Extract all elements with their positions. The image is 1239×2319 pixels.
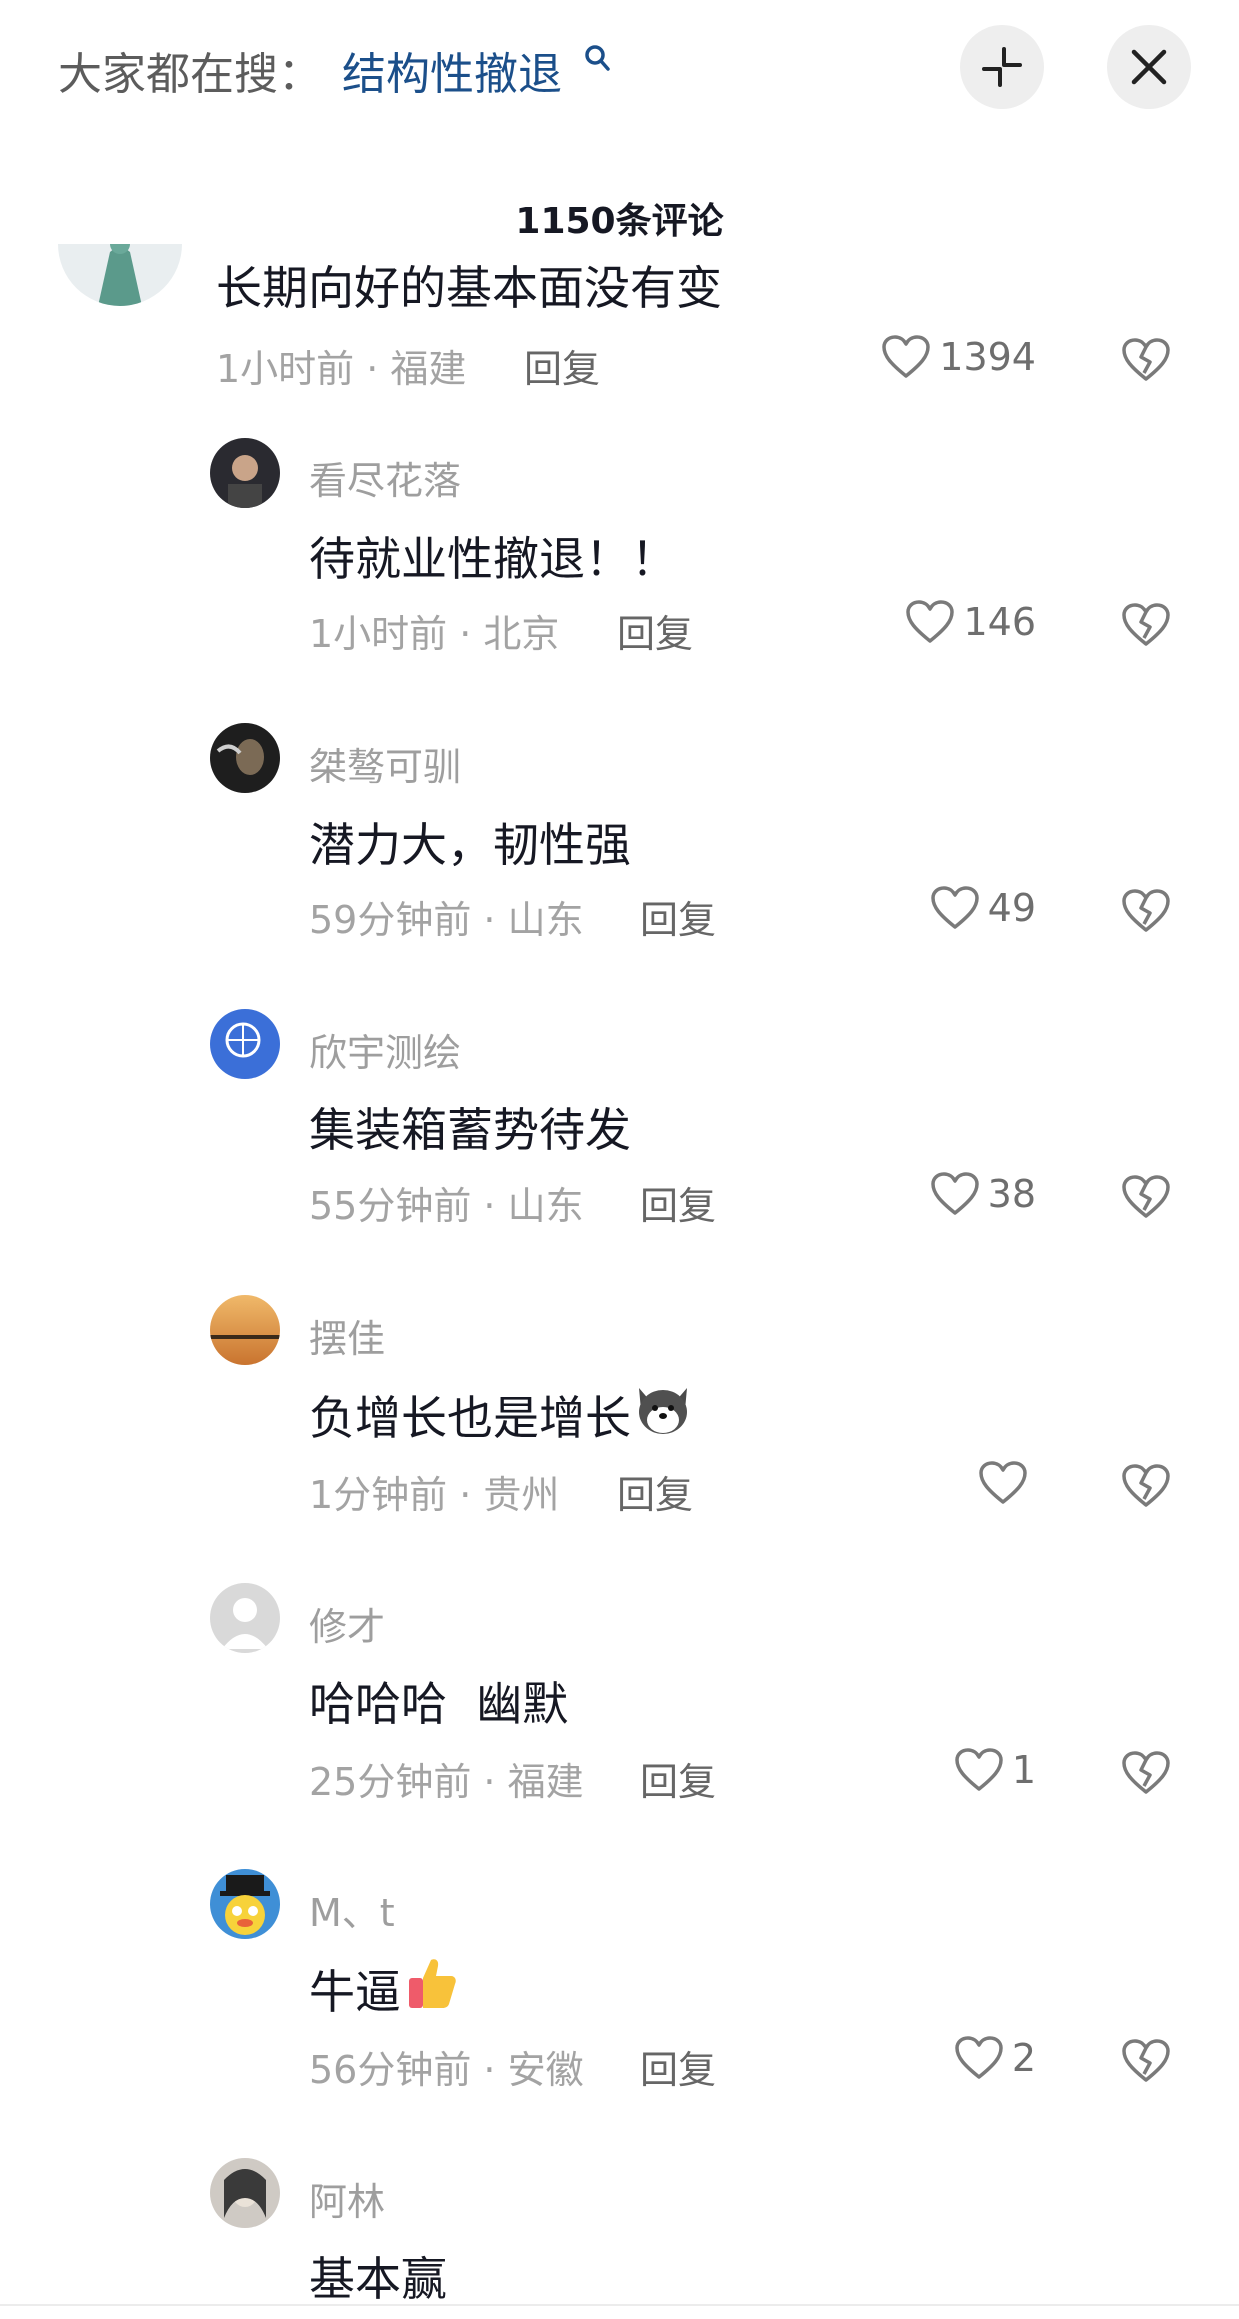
comment-author[interactable]: 摆佳 <box>309 1308 385 1363</box>
like-count: 49 <box>987 886 1036 930</box>
comment-author[interactable]: 修才 <box>309 1596 385 1651</box>
comment-meta: 55分钟前 · 山东 <box>309 1184 584 1228</box>
comment-meta: 56分钟前 · 安徽 <box>309 2048 584 2092</box>
comment-count: 1150条评论 <box>515 201 724 242</box>
broken-heart-icon <box>1122 2039 1170 2082</box>
like-count: 1 <box>1011 1748 1036 1792</box>
like-count: 1394 <box>939 335 1036 379</box>
comment-text: 牛逼 <box>309 1954 461 2023</box>
avatar[interactable] <box>210 1869 280 1939</box>
reply-button[interactable]: 回复 <box>617 1464 693 1519</box>
close-button[interactable] <box>1107 25 1191 109</box>
heart-icon <box>882 335 931 378</box>
avatar[interactable] <box>210 2158 280 2228</box>
comment-meta: 1分钟前 · 贵州 <box>309 1473 560 1517</box>
avatar[interactable] <box>210 1583 280 1653</box>
reply-button[interactable]: 回复 <box>640 889 716 944</box>
comment-text: 长期向好的基本面没有变 <box>216 261 722 315</box>
dislike-button[interactable] <box>1121 1750 1171 1800</box>
like-button[interactable] <box>978 1460 1036 1506</box>
like-button[interactable]: 49 <box>930 885 1036 931</box>
broken-heart-icon <box>1122 1751 1170 1794</box>
reply-button[interactable]: 回复 <box>640 1751 716 1806</box>
comment-text: 潜力大，韧性强 <box>309 818 631 872</box>
comment-meta: 1小时前 · 福建 <box>216 347 467 391</box>
broken-heart-icon <box>1122 338 1170 381</box>
comment-text: 负增长也是增长 <box>309 1380 693 1449</box>
broken-heart-icon <box>1122 1464 1170 1507</box>
close-icon <box>1131 49 1167 85</box>
comment-author[interactable]: 看尽花落 <box>309 450 461 505</box>
reply-button[interactable]: 回复 <box>640 1175 716 1230</box>
reply-button[interactable]: 回复 <box>524 338 600 393</box>
avatar[interactable] <box>210 438 280 508</box>
dislike-button[interactable] <box>1121 337 1171 387</box>
dislike-button[interactable] <box>1121 2038 1171 2088</box>
search-icon[interactable] <box>584 44 610 76</box>
avatar[interactable] <box>210 723 280 793</box>
bottom-divider <box>0 2304 1239 2306</box>
comment-text: 哈哈哈 幽默 <box>309 1677 569 1731</box>
thumbs-up-emoji <box>403 1954 461 2023</box>
comment-meta: 59分钟前 · 山东 <box>309 898 584 942</box>
comment-text: 基本赢 <box>309 2252 447 2306</box>
collapse-button[interactable] <box>960 25 1044 109</box>
comment-meta: 1小时前 · 北京 <box>309 612 560 656</box>
dog-face-emoji <box>633 1380 693 1449</box>
dislike-button[interactable] <box>1121 1463 1171 1513</box>
heart-icon <box>955 1748 1003 1791</box>
like-count: 38 <box>987 1172 1036 1216</box>
comment-author[interactable]: 阿林 <box>309 2171 385 2226</box>
collapse-icon <box>982 47 1022 87</box>
comment-author[interactable]: 欣宇测绘 <box>309 1022 461 1077</box>
broken-heart-icon <box>1122 889 1170 932</box>
heart-icon <box>906 600 955 643</box>
broken-heart-icon <box>1122 1175 1170 1218</box>
like-button[interactable]: 2 <box>954 2035 1036 2081</box>
like-count: 146 <box>963 600 1036 644</box>
like-button[interactable]: 38 <box>930 1171 1036 1217</box>
reply-button[interactable]: 回复 <box>617 603 693 658</box>
like-count: 2 <box>1011 2036 1036 2080</box>
heart-icon <box>930 1172 979 1215</box>
heart-icon <box>955 2036 1003 2079</box>
avatar[interactable] <box>210 1295 280 1365</box>
reply-button[interactable]: 回复 <box>640 2039 716 2094</box>
like-button[interactable]: 1 <box>954 1747 1036 1793</box>
comment-author[interactable]: 桀骜可驯 <box>309 736 461 791</box>
comment-text-content: 负增长也是增长 <box>309 1390 631 1445</box>
comment-meta: 25分钟前 · 福建 <box>309 1760 584 1804</box>
heart-icon <box>930 886 979 929</box>
dislike-button[interactable] <box>1121 1174 1171 1224</box>
like-button[interactable]: 1394 <box>881 334 1036 380</box>
comment-text-content: 牛逼 <box>309 1964 401 2019</box>
comment-author[interactable]: M、t <box>309 1882 395 1937</box>
like-button[interactable]: 146 <box>905 599 1036 645</box>
comment-text: 集装箱蓄势待发 <box>309 1103 631 1157</box>
avatar[interactable] <box>210 1009 280 1079</box>
dislike-button[interactable] <box>1121 888 1171 938</box>
comment-text: 待就业性撤退！！ <box>309 532 677 586</box>
search-prefix: 大家都在搜： <box>58 49 322 100</box>
broken-heart-icon <box>1122 603 1170 646</box>
search-suggestion-link[interactable]: 结构性撤退 <box>342 38 562 102</box>
heart-icon <box>979 1461 1027 1504</box>
dislike-button[interactable] <box>1121 602 1171 652</box>
